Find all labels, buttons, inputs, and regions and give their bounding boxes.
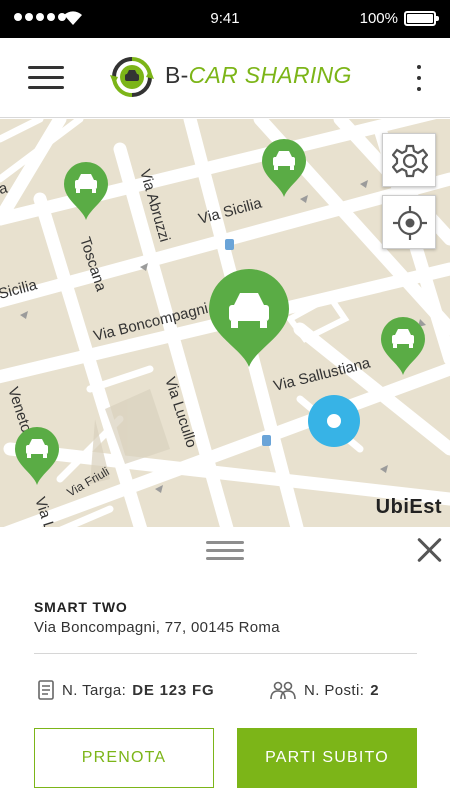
settings-gear-icon xyxy=(392,144,428,178)
close-button[interactable] xyxy=(416,537,442,563)
app-header: B-CAR SHARING xyxy=(0,38,450,118)
car-pin-1[interactable] xyxy=(62,160,110,222)
battery-percent: 100% xyxy=(359,10,398,27)
menu-icon xyxy=(28,66,64,69)
vehicle-info-row: N. Targa: DE 123 FG N. Posti: 2 xyxy=(34,680,417,704)
book-button[interactable]: PRENOTA xyxy=(34,728,214,788)
car-pin-selected[interactable] xyxy=(207,269,291,369)
drag-handle[interactable] xyxy=(206,539,244,561)
vehicle-address: Via Boncompagni, 77, 00145 Roma xyxy=(34,619,280,636)
menu-button[interactable] xyxy=(28,64,64,92)
document-icon xyxy=(38,680,54,700)
map-locate-button[interactable] xyxy=(382,195,436,249)
seats-label: N. Posti: xyxy=(304,681,365,699)
logo-car-icon xyxy=(110,57,154,97)
start-now-button[interactable]: PARTI SUBITO xyxy=(237,728,417,788)
seats-info: N. Posti: 2 xyxy=(270,680,379,700)
status-bar: 9:41 100% xyxy=(0,0,450,38)
app-title: B-CAR SHARING xyxy=(165,62,352,89)
plate-label: N. Targa: xyxy=(62,681,127,699)
map-settings-button[interactable] xyxy=(382,133,436,187)
car-pin-2[interactable] xyxy=(260,137,308,199)
brand-accent: CAR SHARING xyxy=(188,62,352,88)
user-location-marker xyxy=(308,395,360,447)
more-options-button[interactable] xyxy=(414,63,424,93)
map-view[interactable]: a Toscana Via Abruzzi Via Sicilia Sicili… xyxy=(0,119,450,527)
plate-value: DE 123 FG xyxy=(132,681,215,699)
car-pin-4[interactable] xyxy=(13,425,61,487)
locate-crosshair-icon xyxy=(393,206,427,240)
battery-icon xyxy=(404,11,439,26)
vehicle-detail-panel: SMART TWO Via Boncompagni, 77, 00145 Rom… xyxy=(0,527,450,800)
map-watermark: UbiEst xyxy=(375,496,442,518)
plate-info: N. Targa: DE 123 FG xyxy=(38,680,214,700)
divider xyxy=(34,653,417,654)
car-pin-3[interactable] xyxy=(379,315,427,377)
seats-value: 2 xyxy=(370,681,380,699)
vehicle-name: SMART TWO xyxy=(34,599,128,615)
people-icon xyxy=(270,681,296,700)
brand-prefix: B- xyxy=(165,62,189,88)
more-vertical-icon xyxy=(417,65,421,69)
